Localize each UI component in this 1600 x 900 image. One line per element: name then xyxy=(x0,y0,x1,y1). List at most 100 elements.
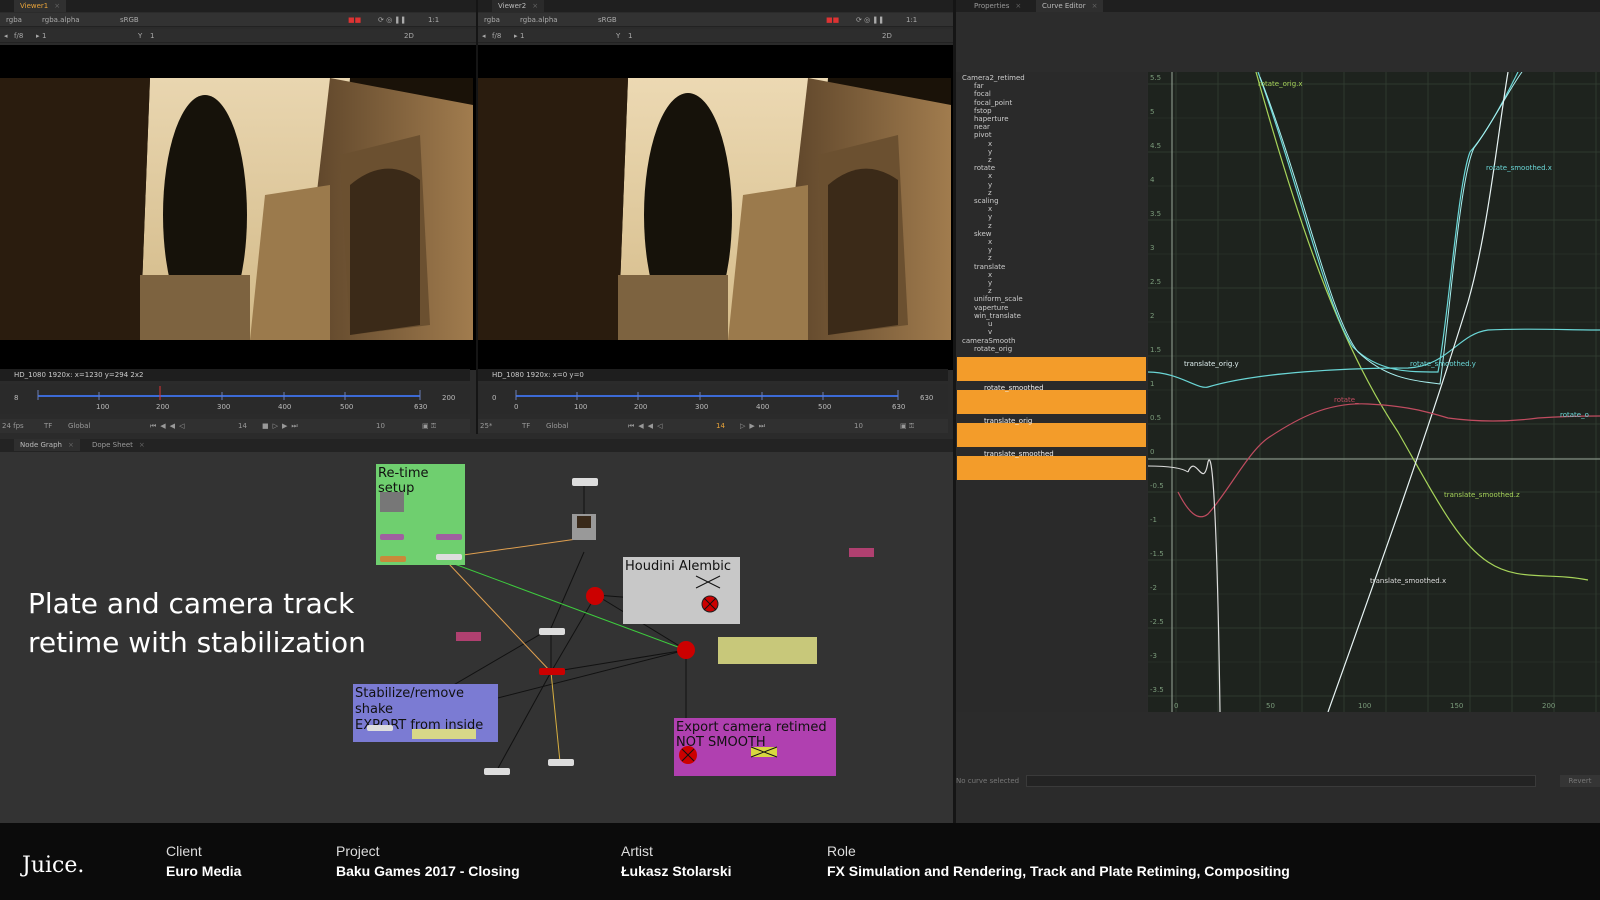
play-icons[interactable]: ▷▶⏭ xyxy=(740,419,769,433)
camera-node[interactable] xyxy=(572,514,596,540)
curve-tree-item[interactable]: z xyxy=(962,287,1025,295)
tab-curve-editor[interactable]: Curve Editor × xyxy=(1036,0,1104,12)
out-point[interactable]: 200 xyxy=(442,394,455,402)
dot-node[interactable] xyxy=(572,478,598,486)
tab-node-graph[interactable]: Node Graph × xyxy=(14,439,80,451)
selected-curve-rows[interactable] xyxy=(957,423,1146,447)
node-graph-canvas[interactable]: Re-time setup Houdini Alembic Stabilize/… xyxy=(0,452,953,823)
record-icon[interactable]: ■■ xyxy=(826,13,839,27)
node-pill[interactable] xyxy=(436,534,462,540)
view-mode-select[interactable]: 2D xyxy=(404,29,414,43)
curve-tree-item[interactable]: x xyxy=(962,140,1025,148)
read-node-thumbnail[interactable] xyxy=(380,492,404,512)
curve-tree-item[interactable]: z xyxy=(962,189,1025,197)
retime-backdrop[interactable]: Re-time setup xyxy=(376,464,465,565)
curve-tree[interactable]: Camera2_retimed far focal focal_point fstop h… xyxy=(962,74,1025,353)
curve-tree-item[interactable]: near xyxy=(962,123,1025,131)
curve-tree-item[interactable]: y xyxy=(962,181,1025,189)
prev-icon[interactable]: ◂ xyxy=(4,29,8,43)
frame-field[interactable]: 1 xyxy=(42,29,46,43)
curve-tree-item[interactable]: y xyxy=(962,213,1025,221)
current-frame[interactable]: 14 xyxy=(238,419,247,433)
viewer1-timeline[interactable]: 8 200 100 200 300 400 500 630 xyxy=(0,384,470,414)
curve-tree-item[interactable]: far xyxy=(962,82,1025,90)
close-icon[interactable]: × xyxy=(1092,2,1098,10)
camera-dot-node[interactable] xyxy=(584,585,606,607)
curve-group-label[interactable]: translate_smoothed xyxy=(984,450,1054,458)
curve-tree-item[interactable]: scaling xyxy=(962,197,1025,205)
curve-tree-item[interactable]: y xyxy=(962,279,1025,287)
dot-node[interactable] xyxy=(548,759,574,766)
lock-icon[interactable]: ▣ ⚿ xyxy=(422,419,436,433)
close-icon[interactable]: × xyxy=(532,2,538,10)
viewer-divider[interactable] xyxy=(476,0,478,434)
curve-tree-item[interactable]: x xyxy=(962,271,1025,279)
fps-field[interactable]: 24 fps xyxy=(2,419,24,433)
tab-viewer2[interactable]: Viewer2 × xyxy=(492,0,545,12)
write-node-icon[interactable] xyxy=(677,744,699,766)
curve-tree-item[interactable]: fstop xyxy=(962,107,1025,115)
y-field[interactable]: 1 xyxy=(628,29,632,43)
colorspace-select[interactable]: sRGB xyxy=(598,13,617,27)
next-icon[interactable]: ▸ xyxy=(514,29,518,43)
fps-field[interactable]: 25* xyxy=(480,419,492,433)
curve-tree-item[interactable]: vaperture xyxy=(962,304,1025,312)
transport-icons[interactable]: ⏮◀◀◁ xyxy=(150,419,188,433)
sticky-note[interactable] xyxy=(718,637,817,664)
refresh-icon[interactable]: ⟳ ◎ ❚❚ xyxy=(378,13,406,27)
global-select[interactable]: Global xyxy=(68,419,90,433)
scene-dot-node[interactable] xyxy=(675,639,697,661)
alpha-select[interactable]: rgba.alpha xyxy=(42,13,80,27)
record-icon[interactable]: ■■ xyxy=(348,13,361,27)
curve-tree-item[interactable]: rotate xyxy=(962,164,1025,172)
curve-tree-item[interactable]: y xyxy=(962,148,1025,156)
backdrop-marker[interactable] xyxy=(456,632,481,641)
tab-dope-sheet[interactable]: Dope Sheet × xyxy=(86,439,151,451)
curve-tree-item[interactable]: uniform_scale xyxy=(962,295,1025,303)
frame-field[interactable]: 1 xyxy=(520,29,524,43)
curve-expression-field[interactable] xyxy=(1026,775,1536,787)
in-point[interactable]: 0 xyxy=(492,394,496,402)
viewer1-viewport[interactable] xyxy=(0,45,477,370)
step-field[interactable]: 10 xyxy=(376,419,385,433)
dot-node[interactable] xyxy=(539,668,565,675)
node-pill[interactable] xyxy=(380,534,404,540)
prev-icon[interactable]: ◂ xyxy=(482,29,486,43)
curve-tree-item[interactable]: z xyxy=(962,156,1025,164)
out-point[interactable]: 630 xyxy=(920,394,933,402)
dot-node[interactable] xyxy=(484,768,510,775)
close-icon[interactable]: × xyxy=(54,2,60,10)
current-frame[interactable]: 14 xyxy=(716,419,725,433)
curve-graph[interactable]: rotate_orig.x rotate_smoothed.x translat… xyxy=(1147,71,1600,713)
colorspace-select[interactable]: sRGB xyxy=(120,13,139,27)
next-icon[interactable]: ▸ xyxy=(36,29,40,43)
zoom-select[interactable]: 1:1 xyxy=(906,13,917,27)
play-icons[interactable]: ■▷▶⏭ xyxy=(262,419,302,433)
tab-viewer1[interactable]: Viewer1 × xyxy=(14,0,67,12)
node-pill[interactable] xyxy=(412,729,476,739)
fstop-field[interactable]: f/8 xyxy=(14,29,23,43)
global-select[interactable]: Global xyxy=(546,419,568,433)
transport-icons[interactable]: ⏮◀◀◁ xyxy=(628,419,666,433)
zoom-select[interactable]: 1:1 xyxy=(428,13,439,27)
curve-tree-item[interactable]: rotate_orig xyxy=(962,345,1025,353)
curve-tree-item[interactable]: Camera2_retimed xyxy=(962,74,1025,82)
step-field[interactable]: 10 xyxy=(854,419,863,433)
selected-curve-rows[interactable] xyxy=(957,390,1146,414)
node-pill[interactable] xyxy=(380,556,406,562)
curve-tree-item[interactable]: v xyxy=(962,328,1025,336)
selected-curve-rows[interactable] xyxy=(957,357,1146,381)
curve-tree-item[interactable]: z xyxy=(962,222,1025,230)
selected-curve-rows[interactable] xyxy=(957,456,1146,480)
backdrop-marker[interactable] xyxy=(849,548,874,557)
curve-tree-item[interactable]: x xyxy=(962,172,1025,180)
curve-group-label[interactable]: translate_orig xyxy=(984,417,1032,425)
curve-tree-item[interactable]: translate xyxy=(962,263,1025,271)
node-pill[interactable] xyxy=(436,554,462,560)
lock-icon[interactable]: ▣ ⚿ xyxy=(900,419,914,433)
curve-tree-item[interactable]: cameraSmooth xyxy=(962,337,1025,345)
revert-button[interactable]: Revert xyxy=(1560,775,1600,787)
curve-tree-item[interactable]: x xyxy=(962,238,1025,246)
curve-tree-item[interactable]: u xyxy=(962,320,1025,328)
in-point[interactable]: 8 xyxy=(14,394,18,402)
